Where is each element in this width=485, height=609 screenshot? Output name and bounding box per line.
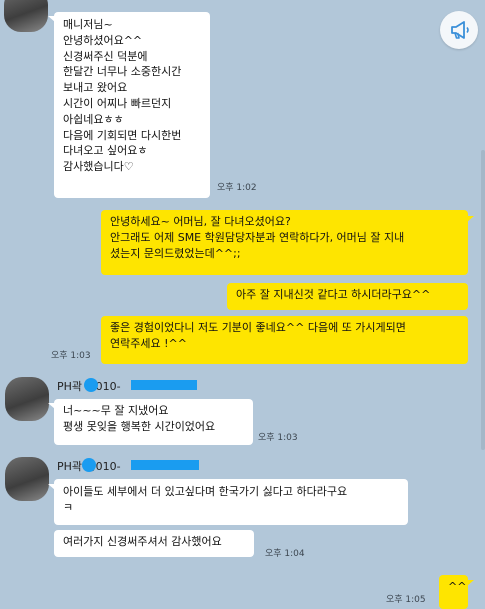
message-bubble[interactable]: 안녕하세요~ 어머님, 잘 다녀오셨어요? 안그래도 어제 SME 학원담당자분… [101, 210, 468, 275]
message-time: 오후 1:04 [265, 549, 305, 559]
avatar[interactable] [4, 0, 48, 32]
megaphone-icon [451, 21, 469, 39]
avatar[interactable] [5, 457, 49, 501]
avatar[interactable] [5, 377, 49, 421]
bubble-tail [467, 216, 474, 222]
message-time: 오후 1:03 [51, 351, 91, 361]
message-bubble[interactable]: 좋은 경험이었다니 저도 기분이 좋네요^^ 다음에 또 가시게되면 연락주세요… [101, 316, 468, 364]
message-bubble[interactable]: 여러가지 신경써주셔서 감사했어요 [54, 530, 254, 557]
message-bubble[interactable]: ^^ [439, 575, 468, 609]
redaction-mark [131, 380, 197, 390]
message-time: 오후 1:05 [386, 595, 426, 605]
message-bubble[interactable]: 아주 잘 지내신것 같다고 하시더라구요^^ [227, 283, 468, 310]
message-time: 오후 1:02 [217, 183, 257, 193]
message-bubble[interactable]: 매니저님~ 안녕하셨어요^^ 신경써주신 덕분에 한달간 너무나 소중한시간 보… [54, 12, 210, 198]
redaction-mark [84, 378, 98, 392]
message-time: 오후 1:03 [258, 433, 298, 443]
redaction-mark [131, 460, 199, 470]
scrollbar[interactable] [481, 150, 485, 450]
redaction-mark [82, 458, 96, 472]
message-bubble[interactable]: 아이들도 세부에서 더 있고싶다며 한국가기 싫다고 하다라구요 ㅋ [54, 479, 408, 525]
notice-button[interactable] [440, 11, 478, 49]
bubble-tail [467, 580, 474, 586]
message-bubble[interactable]: 너~~~무 잘 지냈어요 평생 못잊을 행복한 시간이었어요 [54, 399, 253, 445]
